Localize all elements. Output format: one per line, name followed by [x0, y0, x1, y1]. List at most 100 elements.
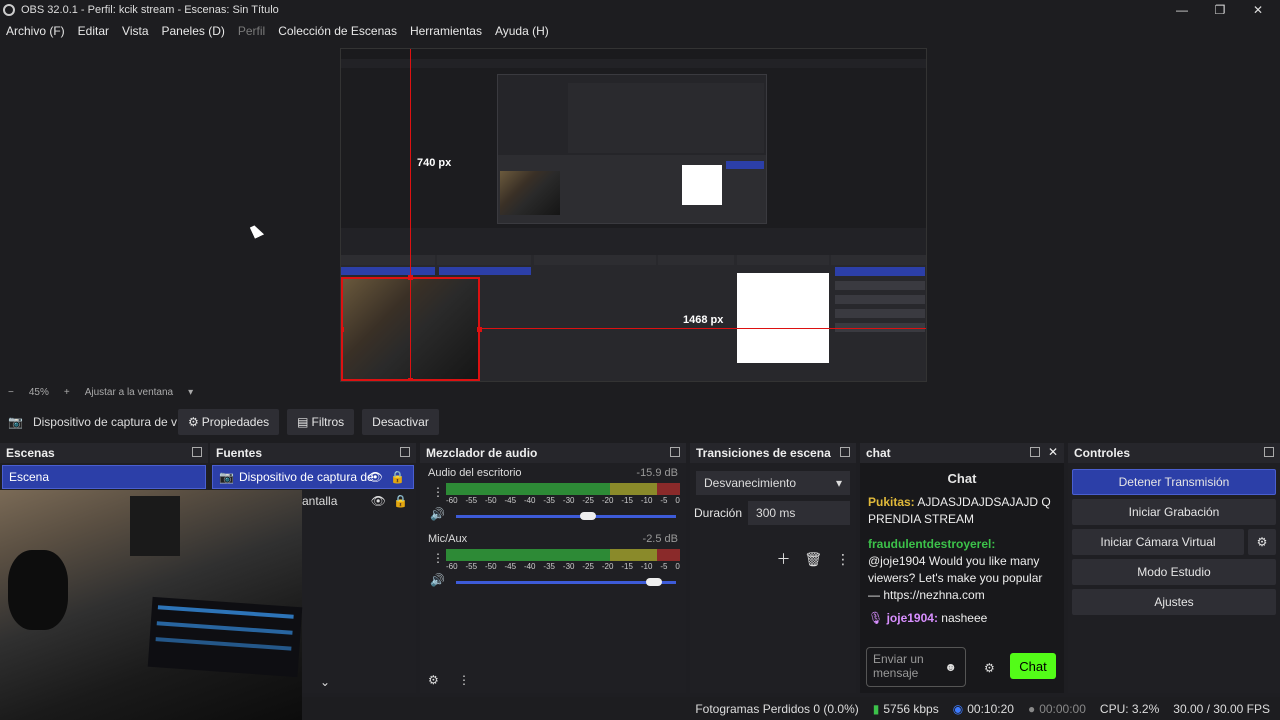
eye-icon[interactable]: 👁	[368, 470, 383, 484]
chat-username[interactable]: Pukitas:	[868, 495, 915, 509]
mixer-kebab-icon[interactable]: ⋮	[458, 673, 470, 687]
kebab-icon[interactable]: ⋮	[432, 485, 444, 499]
chat-dock-title: chat	[866, 446, 891, 460]
transitions-title: Transiciones de escena	[696, 446, 831, 460]
webcam-overlay	[0, 490, 303, 720]
virtual-cam-button[interactable]: Iniciar Cámara Virtual	[1072, 529, 1244, 555]
menu-coleccion-escenas[interactable]: Colección de Escenas	[278, 24, 397, 38]
chat-message: fraudulentdestroyerel: @joje1904 Would y…	[860, 536, 1064, 604]
maximize-button[interactable]: ❐	[1200, 0, 1240, 20]
mixer-gear-icon[interactable]: ⚙	[428, 673, 439, 687]
guide-label-vertical: 740 px	[417, 157, 452, 169]
nested-chat-body	[737, 273, 829, 363]
nested-inner-camera	[500, 171, 560, 215]
zoom-fit-select[interactable]: Ajustar a la ventana	[85, 387, 173, 398]
selection-box[interactable]	[341, 277, 480, 381]
kebab-icon[interactable]: ⋮	[836, 551, 850, 567]
chat-header: Chat	[947, 471, 977, 486]
nested-inner-chat	[682, 165, 722, 205]
volume-knob[interactable]	[646, 578, 662, 586]
resize-handle-bottom[interactable]	[408, 378, 413, 381]
zoom-in-button[interactable]: +	[64, 387, 70, 398]
speaker-icon[interactable]: 🔊	[430, 573, 445, 587]
nested-menu-bar	[341, 59, 926, 68]
dropped-frames: Fotogramas Perdidos 0 (0.0%)	[695, 701, 859, 716]
source-item[interactable]: 📷 Dispositivo de captura de 👁 🔒	[212, 465, 414, 489]
scenes-dock-header: Escenas	[0, 443, 208, 463]
camera-icon: 📷	[219, 470, 234, 484]
undock-icon[interactable]	[400, 447, 410, 457]
zoom-bar: − 45% + Ajustar a la ventana ▾	[0, 384, 1280, 401]
nested-dock-escenas	[341, 255, 435, 265]
properties-label: Propiedades	[201, 415, 270, 429]
emoji-icon[interactable]: ☻	[944, 660, 957, 674]
trash-icon[interactable]: 🗑	[804, 551, 822, 567]
filters-button[interactable]: ▤ Filtros	[287, 409, 355, 435]
duration-field[interactable]: 300 ms	[748, 501, 850, 525]
undock-icon[interactable]	[670, 447, 680, 457]
deactivate-button[interactable]: Desactivar	[362, 409, 439, 435]
speaker-icon[interactable]: 🔊	[430, 507, 445, 521]
resize-handle-right[interactable]	[477, 327, 482, 332]
chat-username[interactable]: fraudulentdestroyerel:	[868, 537, 995, 551]
lock-icon[interactable]: 🔒	[393, 494, 408, 508]
lock-icon[interactable]: 🔒	[390, 470, 405, 484]
undock-icon[interactable]	[1264, 447, 1274, 457]
menu-editar[interactable]: Editar	[78, 24, 109, 38]
duration-label: Duración	[694, 506, 743, 520]
channel-name: Mic/Aux	[428, 533, 468, 545]
title-bar: OBS 32.0.1 - Perfil: kcik stream - Escen…	[0, 0, 1280, 20]
duration-row: Duración 300 ms	[694, 501, 850, 525]
stop-stream-button[interactable]: Detener Transmisión	[1072, 469, 1276, 495]
audio-mixer-dock: Mezclador de audio Audio del escritorio …	[420, 443, 686, 693]
plus-icon[interactable]: ＋	[776, 551, 790, 567]
source-toolbar: 📷 Dispositivo de captura de v ⚙ Propieda…	[0, 401, 1280, 443]
chevron-down-icon[interactable]: ⌄	[320, 675, 330, 689]
gear-icon[interactable]: ⚙	[1248, 529, 1276, 555]
gear-icon[interactable]: ⚙	[984, 661, 995, 675]
nested-canvas	[341, 68, 926, 228]
resize-handle-top[interactable]	[408, 275, 413, 280]
undock-icon[interactable]	[840, 447, 850, 457]
mixer-body: Audio del escritorio -15.9 dB ⋮ -60 -55 -5…	[420, 463, 686, 693]
remote-object	[130, 496, 180, 556]
start-recording-button[interactable]: Iniciar Grabación	[1072, 499, 1276, 525]
close-button[interactable]: ✕	[1238, 0, 1278, 20]
chat-username[interactable]: joje1904:	[887, 611, 938, 625]
menu-vista[interactable]: Vista	[122, 24, 148, 38]
resize-handle-left[interactable]	[341, 327, 344, 332]
preview-canvas[interactable]: 740 px 1468 px	[0, 42, 1280, 384]
menu-ayuda[interactable]: Ayuda (H)	[495, 24, 549, 38]
fps: 30.00 / 30.00 FPS	[1173, 701, 1270, 716]
minimize-button[interactable]: —	[1162, 0, 1202, 20]
chat-input[interactable]: Enviar un mensaje ☻	[866, 647, 966, 687]
menu-archivo[interactable]: Archivo (F)	[6, 24, 65, 38]
transitions-dock-header: Transiciones de escena	[690, 443, 856, 463]
zoom-out-button[interactable]: −	[8, 387, 14, 398]
chat-send-button[interactable]: Chat	[1010, 653, 1056, 679]
menu-herramientas[interactable]: Herramientas	[410, 24, 482, 38]
stream-time: 00:10:20	[967, 701, 1014, 716]
volume-slider[interactable]	[456, 512, 676, 520]
volume-knob[interactable]	[580, 512, 596, 520]
stream-icon: ◉	[952, 701, 964, 716]
chevron-down-icon[interactable]: ▾	[188, 387, 193, 398]
transition-select[interactable]: Desvanecimiento ▾	[696, 471, 850, 495]
menu-paneles[interactable]: Paneles (D)	[162, 24, 225, 38]
selected-source-label: Dispositivo de captura de v	[32, 415, 178, 429]
chat-message: 🎙 joje1904: nasheee	[860, 610, 1064, 627]
settings-button[interactable]: Ajustes	[1072, 589, 1276, 615]
mixer-channel-mic: Mic/Aux -2.5 dB ⋮ -60 -55 -50 -45 -40 -35 -30-…	[420, 529, 686, 595]
preview-nested-obs-capture: 740 px 1468 px	[340, 48, 927, 382]
eye-icon[interactable]: 👁	[371, 494, 386, 508]
nested-stream-button	[835, 267, 925, 276]
properties-button[interactable]: ⚙ Propiedades	[178, 409, 280, 435]
volume-slider[interactable]	[456, 578, 676, 586]
scene-item[interactable]: Escena	[2, 465, 206, 489]
studio-mode-button[interactable]: Modo Estudio	[1072, 559, 1276, 585]
undock-icon[interactable]	[192, 447, 202, 457]
nested-scene-item	[341, 267, 435, 275]
undock-icon[interactable]	[1030, 447, 1040, 457]
close-icon[interactable]: ✕	[1048, 445, 1058, 459]
kebab-icon[interactable]: ⋮	[432, 551, 444, 565]
